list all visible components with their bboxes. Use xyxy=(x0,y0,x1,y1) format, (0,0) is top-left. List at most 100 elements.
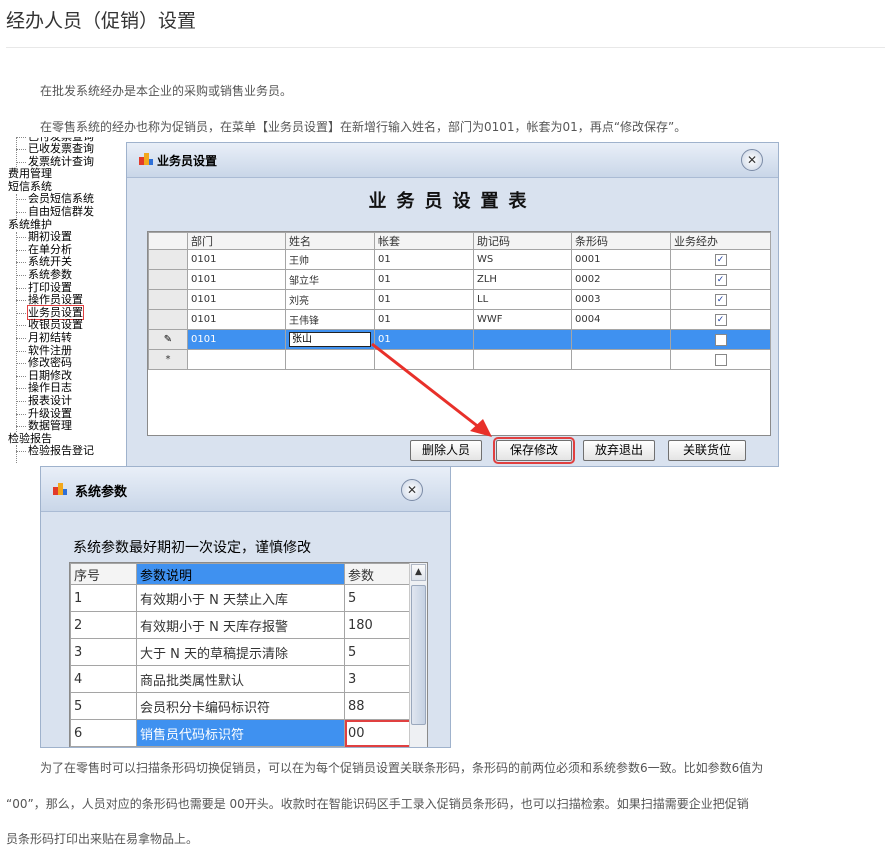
salesman-grid[interactable]: 部门 姓名 帐套 助记码 条形码 业务经办 0101 王帅 01 WS 0001 ✓ 010… xyxy=(148,232,771,370)
cell-account[interactable]: 01 xyxy=(374,309,474,330)
table-row[interactable]: 0101 邹立华 01 ZLH 0002 ✓ xyxy=(148,269,771,290)
cell-dept[interactable]: 0101 xyxy=(187,309,286,330)
col-header-value[interactable]: 参数 xyxy=(344,563,411,585)
tree-item[interactable]: 操作员设置 xyxy=(0,294,83,306)
cell-name[interactable]: 邹立华 xyxy=(285,269,375,290)
cell-code[interactable]: WS xyxy=(473,249,572,270)
checkbox-checked[interactable]: ✓ xyxy=(714,293,727,306)
row-header[interactable] xyxy=(148,309,188,330)
cell-desc[interactable]: 有效期小于 N 天库存报警 xyxy=(136,611,345,639)
cell-value[interactable]: 180 xyxy=(344,611,411,639)
row-header[interactable] xyxy=(148,249,188,270)
table-row[interactable]: 0101 王伟锋 01 WWF 0004 ✓ xyxy=(148,309,771,330)
checkbox-checked[interactable]: ✓ xyxy=(714,313,727,326)
tree-item[interactable]: 系统开关 xyxy=(0,256,72,268)
cell-dept[interactable]: 0101 xyxy=(187,289,286,310)
tree-item[interactable]: 月初结转 xyxy=(0,332,72,344)
tree-item[interactable]: 发票统计查询 xyxy=(0,155,94,168)
cell-desc[interactable]: 商品批类属性默认 xyxy=(136,665,345,693)
cell-barcode[interactable]: 0002 xyxy=(571,269,671,290)
checkbox-checked[interactable]: ✓ xyxy=(714,273,727,286)
cell-value[interactable]: 5 xyxy=(344,584,411,612)
cell-barcode[interactable]: 0004 xyxy=(571,309,671,330)
empty-cell[interactable] xyxy=(374,349,474,370)
cell-no[interactable]: 4 xyxy=(70,665,137,693)
tree-item-highlighted[interactable]: 业务员设置 xyxy=(0,304,84,320)
cell-value[interactable]: 5 xyxy=(344,638,411,666)
salesman-grid-area[interactable]: 部门 姓名 帐套 助记码 条形码 业务经办 0101 王帅 01 WS 0001 ✓ 010… xyxy=(147,231,771,436)
tree-item[interactable]: 修改密码 xyxy=(0,357,72,369)
table-row[interactable]: 6 销售员代码标识符 00 xyxy=(70,719,411,747)
tree-item[interactable]: 费用管理 xyxy=(0,168,52,180)
tree-item[interactable]: 操作日志 xyxy=(0,382,72,394)
new-row[interactable]: * xyxy=(148,349,771,370)
checkbox-checked[interactable]: ✓ xyxy=(714,253,727,266)
table-row[interactable]: 0101 刘亮 01 LL 0003 ✓ xyxy=(148,289,771,310)
tree-item[interactable]: 软件注册 xyxy=(0,344,72,357)
tree-item[interactable]: 期初设置 xyxy=(0,231,72,243)
row-header[interactable] xyxy=(148,289,188,310)
tree-item[interactable]: 日期修改 xyxy=(0,369,72,382)
cell-business[interactable]: ✓ xyxy=(670,269,771,290)
row-header[interactable] xyxy=(148,269,188,290)
empty-cell[interactable] xyxy=(285,349,375,370)
cell-value[interactable]: 3 xyxy=(344,665,411,693)
tree-item[interactable]: 已收发票查询 xyxy=(0,143,94,155)
table-row[interactable]: 1 有效期小于 N 天禁止入库 5 xyxy=(70,584,411,612)
discard-exit-button[interactable]: 放弃退出 xyxy=(583,440,655,461)
tree-item[interactable]: 自由短信群发 xyxy=(0,206,94,218)
cell-no[interactable]: 6 xyxy=(70,719,137,747)
params-grid-area[interactable]: 序号 参数说明 参数 1 有效期小于 N 天禁止入库 5 2 有效期小于 N 天库存报警… xyxy=(69,562,428,747)
tree-item[interactable]: 在单分析 xyxy=(0,243,72,256)
empty-cell[interactable] xyxy=(187,349,286,370)
cell-value[interactable]: 88 xyxy=(344,692,411,720)
col-header-name[interactable]: 姓名 xyxy=(285,232,375,250)
col-header-account[interactable]: 帐套 xyxy=(374,232,474,250)
params-grid[interactable]: 序号 参数说明 参数 1 有效期小于 N 天禁止入库 5 2 有效期小于 N 天库存报警… xyxy=(70,563,411,747)
close-icon[interactable]: ✕ xyxy=(401,479,423,501)
col-header-barcode[interactable]: 条形码 xyxy=(571,232,671,250)
col-header-dept[interactable]: 部门 xyxy=(187,232,286,250)
table-row[interactable]: 5 会员积分卡编码标识符 88 xyxy=(70,692,411,720)
table-row[interactable]: 2 有效期小于 N 天库存报警 180 xyxy=(70,611,411,639)
tree-item[interactable]: 数据管理 xyxy=(0,420,72,432)
cell-business[interactable] xyxy=(670,349,771,370)
tree-item[interactable]: 检验报告登记 xyxy=(0,445,94,457)
cell-no[interactable]: 2 xyxy=(70,611,137,639)
cell-desc[interactable]: 会员积分卡编码标识符 xyxy=(136,692,345,720)
cell-business[interactable]: ✓ xyxy=(670,289,771,310)
table-row[interactable]: 0101 王帅 01 WS 0001 ✓ xyxy=(148,249,771,270)
edit-row-indicator[interactable]: ✎ xyxy=(148,329,188,350)
cell-code[interactable]: ZLH xyxy=(473,269,572,290)
cell-code[interactable] xyxy=(473,329,572,350)
table-row[interactable]: 4 商品批类属性默认 3 xyxy=(70,665,411,693)
cell-business[interactable]: ✓ xyxy=(670,249,771,270)
tree-item[interactable]: 检验报告 xyxy=(0,432,52,445)
cell-name[interactable]: 张山 xyxy=(285,329,375,350)
empty-cell[interactable] xyxy=(571,349,671,370)
tree-item[interactable]: 系统维护 xyxy=(0,218,52,231)
cell-desc[interactable]: 有效期小于 N 天禁止入库 xyxy=(136,584,345,612)
cell-no[interactable]: 3 xyxy=(70,638,137,666)
cell-business[interactable]: ✓ xyxy=(670,309,771,330)
cell-barcode[interactable]: 0001 xyxy=(571,249,671,270)
checkbox-unchecked[interactable] xyxy=(714,333,727,346)
tree-item[interactable]: 打印设置 xyxy=(0,281,72,294)
tree-item[interactable]: 收银员设置 xyxy=(0,319,83,331)
col-header-desc[interactable]: 参数说明 xyxy=(136,563,345,585)
cell-dept[interactable]: 0101 xyxy=(187,329,286,350)
cell-desc[interactable]: 大于 N 天的草稿提示清除 xyxy=(136,638,345,666)
scroll-up-icon[interactable]: ▲ xyxy=(411,564,426,581)
cell-business[interactable] xyxy=(670,329,771,350)
tree-item[interactable]: 会员短信系统 xyxy=(0,193,94,205)
cell-no[interactable]: 5 xyxy=(70,692,137,720)
cell-value[interactable]: 00 xyxy=(344,719,411,747)
cell-code[interactable]: WWF xyxy=(473,309,572,330)
tree-item[interactable]: 系统参数 xyxy=(0,269,72,281)
cell-barcode[interactable]: 0003 xyxy=(571,289,671,310)
cell-no[interactable]: 1 xyxy=(70,584,137,612)
save-changes-button[interactable]: 保存修改 xyxy=(493,437,575,464)
cell-desc[interactable]: 销售员代码标识符 xyxy=(136,719,345,747)
cell-code[interactable]: LL xyxy=(473,289,572,310)
cell-account[interactable]: 01 xyxy=(374,269,474,290)
